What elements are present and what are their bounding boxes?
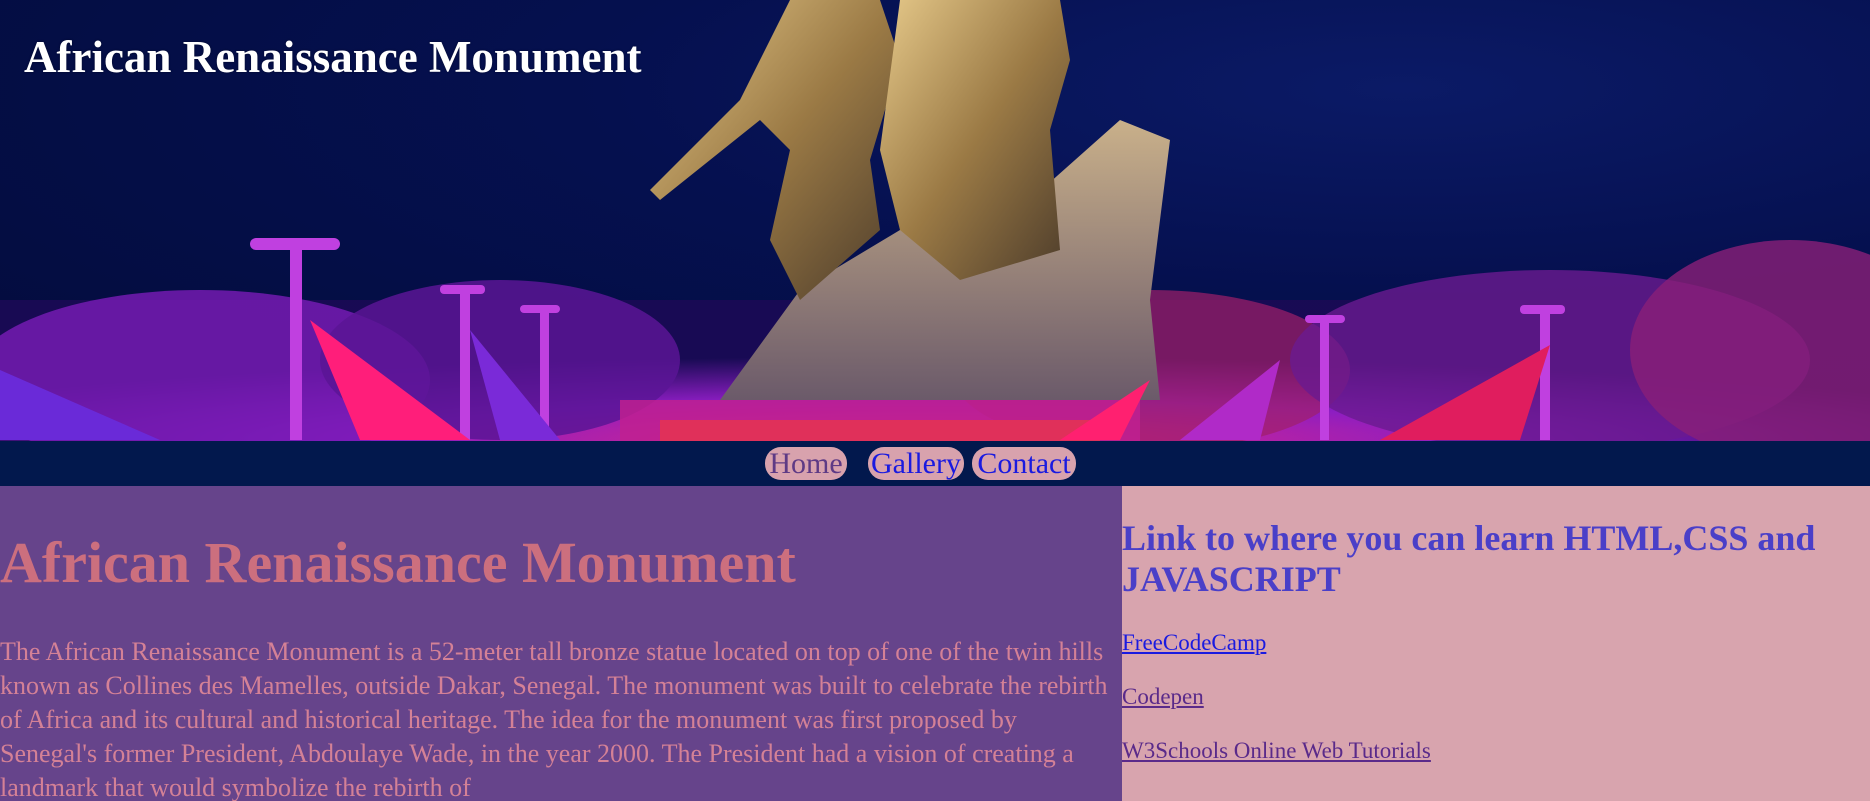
site-title: African Renaissance Monument [24,32,642,82]
page-title: African Renaissance Monument [0,530,796,595]
learning-links-sidebar: Link to where you can learn HTML,CSS and… [1122,486,1870,801]
hero-banner: African Renaissance Monument [0,0,1870,441]
nav-home-link[interactable]: Home [765,447,847,480]
nav-gallery-link[interactable]: Gallery [868,447,964,480]
main-content: African Renaissance Monument The African… [0,486,1122,801]
nav-contact-link[interactable]: Contact [972,447,1076,480]
sidebar-title: Link to where you can learn HTML,CSS and… [1122,518,1816,599]
intro-paragraph: The African Renaissance Monument is a 52… [0,637,1108,801]
main-nav: Home Gallery Contact [0,441,1870,486]
freecodecamp-link[interactable]: FreeCodeCamp [1122,629,1266,657]
codepen-link[interactable]: Codepen [1122,683,1204,711]
w3schools-link[interactable]: W3Schools Online Web Tutorials [1122,737,1431,765]
